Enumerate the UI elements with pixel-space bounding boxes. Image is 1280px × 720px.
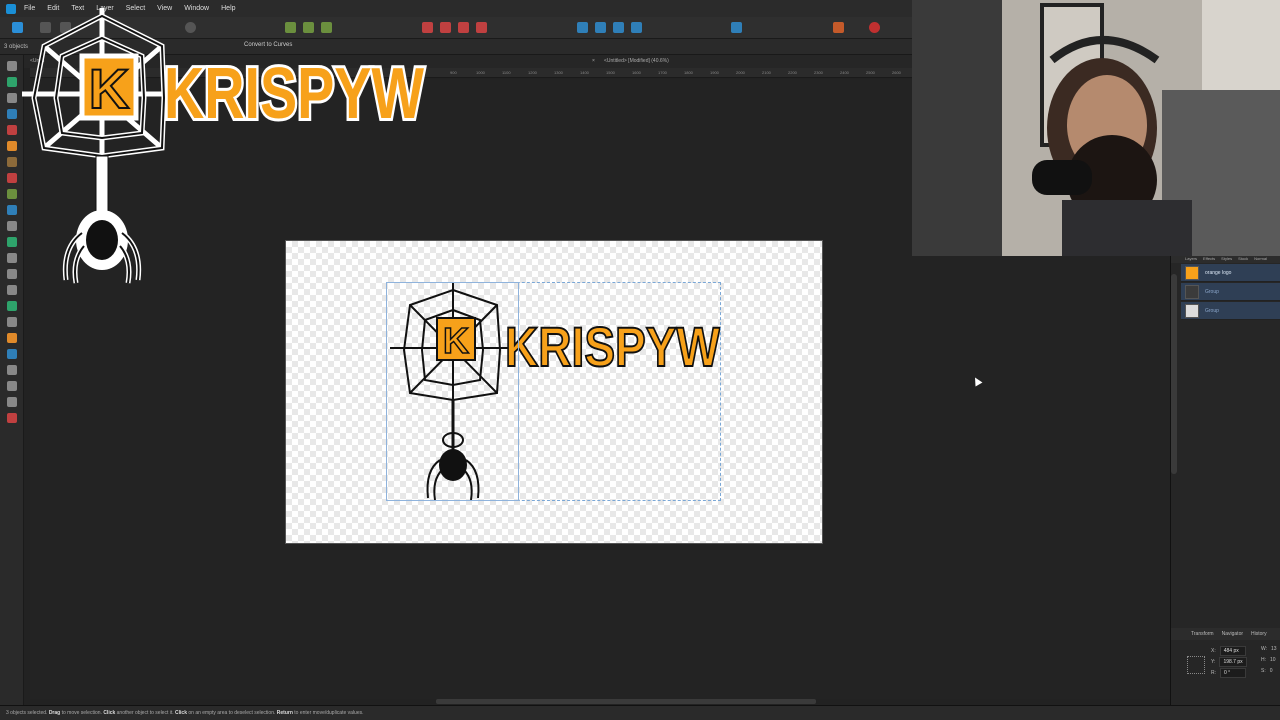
overlay-spider-icon: [62, 155, 142, 284]
status-text: on an empty area to deselect selection.: [188, 710, 276, 716]
layers-panel: Layers Effects Styles Stock Normal orang…: [1170, 256, 1280, 705]
w-label: W:: [1261, 646, 1268, 652]
transform-fields: X: 484 px Y: 198.7 px R: 0 ° W: 13 H: 10…: [1181, 646, 1280, 686]
y-field[interactable]: 198.7 px: [1219, 657, 1247, 667]
status-bar: 3 objects selected. Drag to move selecti…: [0, 705, 1280, 720]
h-field[interactable]: 10: [1270, 657, 1276, 663]
overlay-badge-letter: K: [89, 57, 129, 120]
layer-label: Group: [1205, 307, 1219, 314]
tab-styles[interactable]: Styles: [1221, 256, 1232, 263]
transform-r: R: 0 °: [1211, 668, 1246, 678]
layer-thumbnail: [1185, 284, 1199, 299]
overlay-wordmark: KRISPYW: [164, 54, 424, 134]
x-label: X:: [1211, 648, 1216, 654]
affinity-designer-window: File Edit Text Layer Select View Window …: [0, 0, 1280, 720]
tab-stock[interactable]: Stock: [1238, 256, 1248, 263]
w-field[interactable]: 13: [1271, 646, 1277, 652]
layers-scrollbar[interactable]: [1171, 274, 1177, 474]
layer-row-group-2[interactable]: Group: [1181, 302, 1280, 320]
anchor-grid-icon[interactable]: [1187, 656, 1205, 674]
horizontal-scrollbar[interactable]: [436, 699, 816, 704]
transform-tabs: Transform Navigator History: [1171, 628, 1280, 640]
s-field[interactable]: 0: [1270, 668, 1273, 674]
status-text: another object to select it.: [116, 710, 174, 716]
transform-w: W: 13: [1261, 646, 1277, 652]
stream-overlay-logo: K KRISPYW: [22, 8, 427, 284]
s-label: S:: [1261, 668, 1266, 674]
selection-group-box[interactable]: [386, 282, 519, 501]
layers-tabs: Layers Effects Styles Stock Normal: [1171, 256, 1280, 263]
blend-mode[interactable]: Normal: [1254, 256, 1267, 263]
webcam-feed: [912, 0, 1280, 256]
layer-thumbnail: [1185, 303, 1199, 318]
layer-row-orange-logo[interactable]: orange logo: [1181, 264, 1280, 282]
h-label: H:: [1261, 657, 1266, 663]
tab-transform[interactable]: Transform: [1191, 631, 1214, 637]
layer-row-group-1[interactable]: Group: [1181, 283, 1280, 301]
y-label: Y:: [1211, 659, 1216, 665]
tab-navigator[interactable]: Navigator: [1222, 631, 1243, 637]
status-key-return: Return: [276, 710, 293, 716]
r-label: R:: [1211, 670, 1216, 676]
transform-s: S: 0: [1261, 668, 1273, 674]
status-key-drag: Drag: [48, 710, 61, 716]
tab-effects[interactable]: Effects: [1203, 256, 1215, 263]
tab-history[interactable]: History: [1251, 631, 1267, 637]
x-field[interactable]: 484 px: [1219, 646, 1246, 656]
status-text: to enter move/duplicate values.: [294, 710, 364, 716]
r-field[interactable]: 0 °: [1220, 668, 1246, 678]
status-key-click: Click: [103, 710, 116, 716]
layer-label: Group: [1205, 288, 1219, 295]
status-key-click: Click: [175, 710, 187, 716]
status-text: 3 objects selected.: [6, 710, 48, 716]
overlay-k-badge-icon: K: [79, 53, 139, 121]
layer-label: orange logo: [1205, 269, 1232, 276]
transform-y: Y: 198.7 px: [1211, 657, 1247, 667]
transform-h: H: 10: [1261, 657, 1276, 663]
webcam-image: [912, 0, 1280, 256]
tab-layers[interactable]: Layers: [1185, 256, 1197, 263]
transform-x: X: 484 px: [1211, 646, 1246, 656]
layer-thumbnail: [1185, 265, 1199, 280]
status-text: to move selection.: [61, 710, 102, 716]
